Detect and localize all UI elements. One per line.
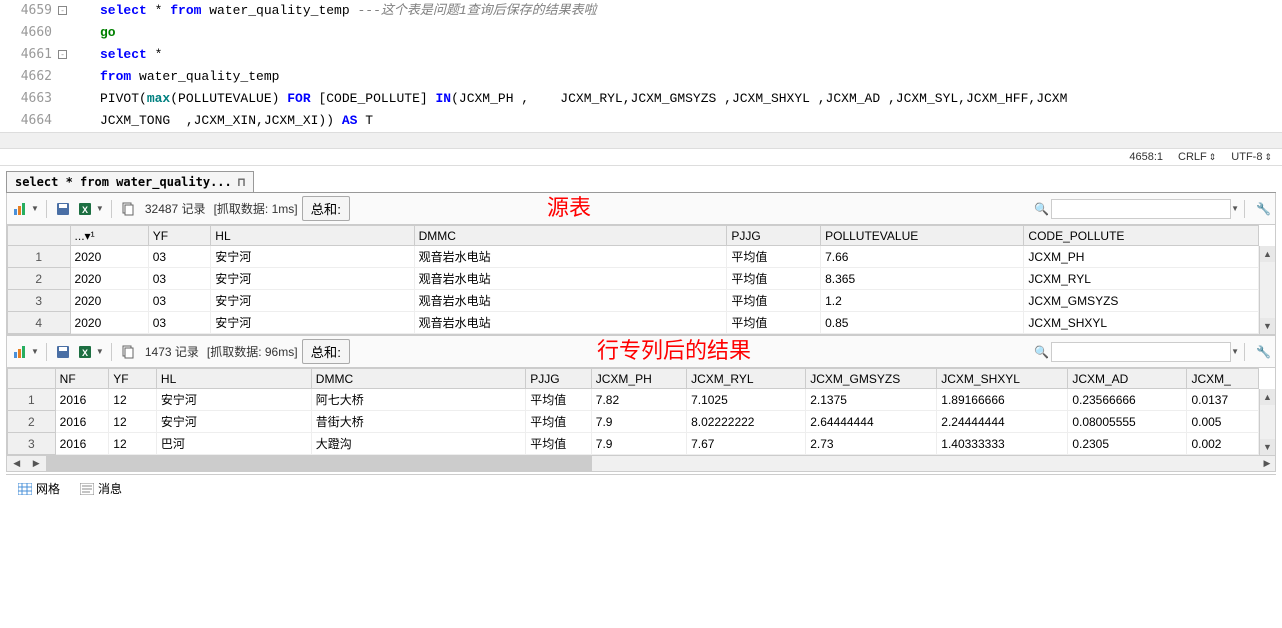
search-icon: 🔍 — [1034, 345, 1049, 359]
bottom-tab-bar: 网格 消息 — [6, 474, 1276, 502]
column-header[interactable]: DMMC — [311, 369, 525, 389]
encoding[interactable]: UTF-8⇕ — [1231, 151, 1272, 163]
panel2-hscroll[interactable]: ◀ ▶ ▶ — [6, 456, 1276, 472]
code-line[interactable]: 4663PIVOT(max(POLLUTEVALUE) FOR [CODE_PO… — [0, 88, 1282, 110]
panel1-fetch-time: [抓取数据: 1ms] — [214, 200, 298, 217]
messages-icon — [80, 483, 94, 495]
settings-icon[interactable]: 🔧 — [1256, 345, 1271, 359]
scroll-up-icon[interactable]: ▲ — [1260, 246, 1275, 262]
panel2-fetch-time: [抓取数据: 96ms] — [207, 343, 298, 360]
result-tab[interactable]: select * from water_quality... ⊓ — [6, 171, 254, 192]
panel2-search-input[interactable] — [1051, 342, 1231, 362]
code-line[interactable]: 4662from water_quality_temp — [0, 66, 1282, 88]
code-line[interactable]: 4664JCXM_TONG ,JCXM_XIN,JCXM_XI)) AS T — [0, 110, 1282, 132]
panel1-search-input[interactable] — [1051, 199, 1231, 219]
settings-icon[interactable]: 🔧 — [1256, 202, 1271, 216]
tab-grid[interactable]: 网格 — [14, 478, 64, 499]
column-header[interactable]: ...▾¹ — [70, 226, 148, 246]
tab-messages-label: 消息 — [98, 480, 122, 497]
panel2-sum-button[interactable]: 总和: — [302, 339, 350, 364]
table-row[interactable]: 3202003安宁河观音岩水电站平均值1.2JCXM_GMSYZS — [8, 290, 1259, 312]
sql-editor[interactable]: 4659-select * from water_quality_temp --… — [0, 0, 1282, 149]
grid-icon — [18, 483, 32, 495]
column-header[interactable]: JCXM_ — [1187, 369, 1259, 389]
column-header[interactable]: JCXM_PH — [591, 369, 686, 389]
tab-grid-label: 网格 — [36, 480, 60, 497]
pin-icon[interactable]: ⊓ — [238, 175, 245, 189]
column-header[interactable]: PJJG — [727, 226, 821, 246]
panel2-grid[interactable]: NFYFHLDMMCPJJGJCXM_PHJCXM_RYLJCXM_GMSYZS… — [6, 368, 1276, 456]
scroll-down-icon[interactable]: ▼ — [1260, 439, 1275, 455]
panel2-vscroll[interactable]: ▲ ▼ — [1259, 389, 1275, 455]
result-tab-bar: select * from water_quality... ⊓ — [6, 171, 1276, 193]
chart-icon[interactable] — [11, 343, 29, 361]
code-line[interactable]: 4659-select * from water_quality_temp --… — [0, 0, 1282, 22]
scroll-right-icon[interactable]: ▶ — [1259, 456, 1275, 471]
chart-icon[interactable] — [11, 200, 29, 218]
column-header[interactable]: YF — [148, 226, 211, 246]
panel2-toolbar: ▼ X ▼ 1473 记录 [抓取数据: 96ms] 总和: 行专列后的结果 🔍… — [6, 335, 1276, 368]
chart-dropdown[interactable]: ▼ — [31, 347, 39, 356]
editor-status-bar: 4658:1 CRLF⇕ UTF-8⇕ — [0, 149, 1282, 166]
scroll-down-icon[interactable]: ▼ — [1260, 318, 1275, 334]
table-row[interactable]: 4202003安宁河观音岩水电站平均值0.85JCXM_SHXYL — [8, 312, 1259, 334]
panel1-record-count: 32487 记录 — [145, 200, 206, 217]
column-header[interactable]: CODE_POLLUTE — [1024, 226, 1259, 246]
table-row[interactable]: 2202003安宁河观音岩水电站平均值8.365JCXM_RYL — [8, 268, 1259, 290]
panel1-vscroll[interactable]: ▲ ▼ — [1259, 246, 1275, 334]
svg-text:X: X — [82, 348, 88, 358]
save-icon[interactable] — [54, 343, 72, 361]
chart-dropdown[interactable]: ▼ — [31, 204, 39, 213]
table-row[interactable]: 1202003安宁河观音岩水电站平均值7.66JCXM_PH — [8, 246, 1259, 268]
panel1-toolbar: ▼ X ▼ 32487 记录 [抓取数据: 1ms] 总和: 源表 🔍 ▼ 🔧 — [6, 193, 1276, 225]
column-header[interactable]: JCXM_RYL — [687, 369, 806, 389]
excel-icon[interactable]: X — [76, 343, 94, 361]
svg-text:X: X — [82, 205, 88, 215]
column-header[interactable]: POLLUTEVALUE — [821, 226, 1024, 246]
column-header[interactable] — [8, 369, 56, 389]
scroll-up-icon[interactable]: ▲ — [1260, 389, 1275, 405]
panel1-red-annotation: 源表 — [547, 190, 591, 222]
code-line[interactable]: 4661-select * — [0, 44, 1282, 66]
panel2-red-annotation: 行专列后的结果 — [597, 333, 751, 365]
excel-icon[interactable]: X — [76, 200, 94, 218]
export-dropdown[interactable]: ▼ — [96, 204, 104, 213]
search-icon: 🔍 — [1034, 202, 1049, 216]
search-dropdown[interactable]: ▼ — [1231, 204, 1239, 213]
column-header[interactable]: PJJG — [526, 369, 592, 389]
panel2-record-count: 1473 记录 — [145, 343, 199, 360]
search-dropdown[interactable]: ▼ — [1231, 347, 1239, 356]
panel1-grid[interactable]: ...▾¹YFHLDMMCPJJGPOLLUTEVALUECODE_POLLUT… — [6, 225, 1276, 335]
line-ending[interactable]: CRLF⇕ — [1178, 151, 1216, 163]
copy-icon[interactable] — [119, 343, 137, 361]
save-icon[interactable] — [54, 200, 72, 218]
panel1-sum-button[interactable]: 总和: — [302, 196, 350, 221]
column-header[interactable]: JCXM_SHXYL — [937, 369, 1068, 389]
column-header[interactable]: HL — [156, 369, 311, 389]
column-header[interactable]: YF — [109, 369, 157, 389]
column-header[interactable] — [8, 226, 71, 246]
cursor-position: 4658:1 — [1129, 151, 1163, 163]
column-header[interactable]: JCXM_GMSYZS — [806, 369, 937, 389]
fold-icon[interactable]: - — [58, 6, 67, 15]
code-line[interactable]: 4660go — [0, 22, 1282, 44]
table-row[interactable]: 3201612巴河大蹬沟平均值7.97.672.731.403333330.23… — [8, 433, 1259, 455]
result-tab-label: select * from water_quality... — [15, 175, 232, 189]
table-row[interactable]: 2201612安宁河昔街大桥平均值7.98.022222222.64444444… — [8, 411, 1259, 433]
column-header[interactable]: HL — [211, 226, 414, 246]
scroll-right-icon[interactable]: ▶ — [27, 456, 47, 471]
column-header[interactable]: DMMC — [414, 226, 727, 246]
column-header[interactable]: JCXM_AD — [1068, 369, 1187, 389]
copy-icon[interactable] — [119, 200, 137, 218]
export-dropdown[interactable]: ▼ — [96, 347, 104, 356]
tab-messages[interactable]: 消息 — [76, 478, 126, 499]
fold-icon[interactable]: - — [58, 50, 67, 59]
editor-hscroll[interactable] — [0, 132, 1282, 148]
scroll-left-icon[interactable]: ◀ — [7, 456, 27, 471]
column-header[interactable]: NF — [55, 369, 109, 389]
table-row[interactable]: 1201612安宁河阿七大桥平均值7.827.10252.13751.89166… — [8, 389, 1259, 411]
